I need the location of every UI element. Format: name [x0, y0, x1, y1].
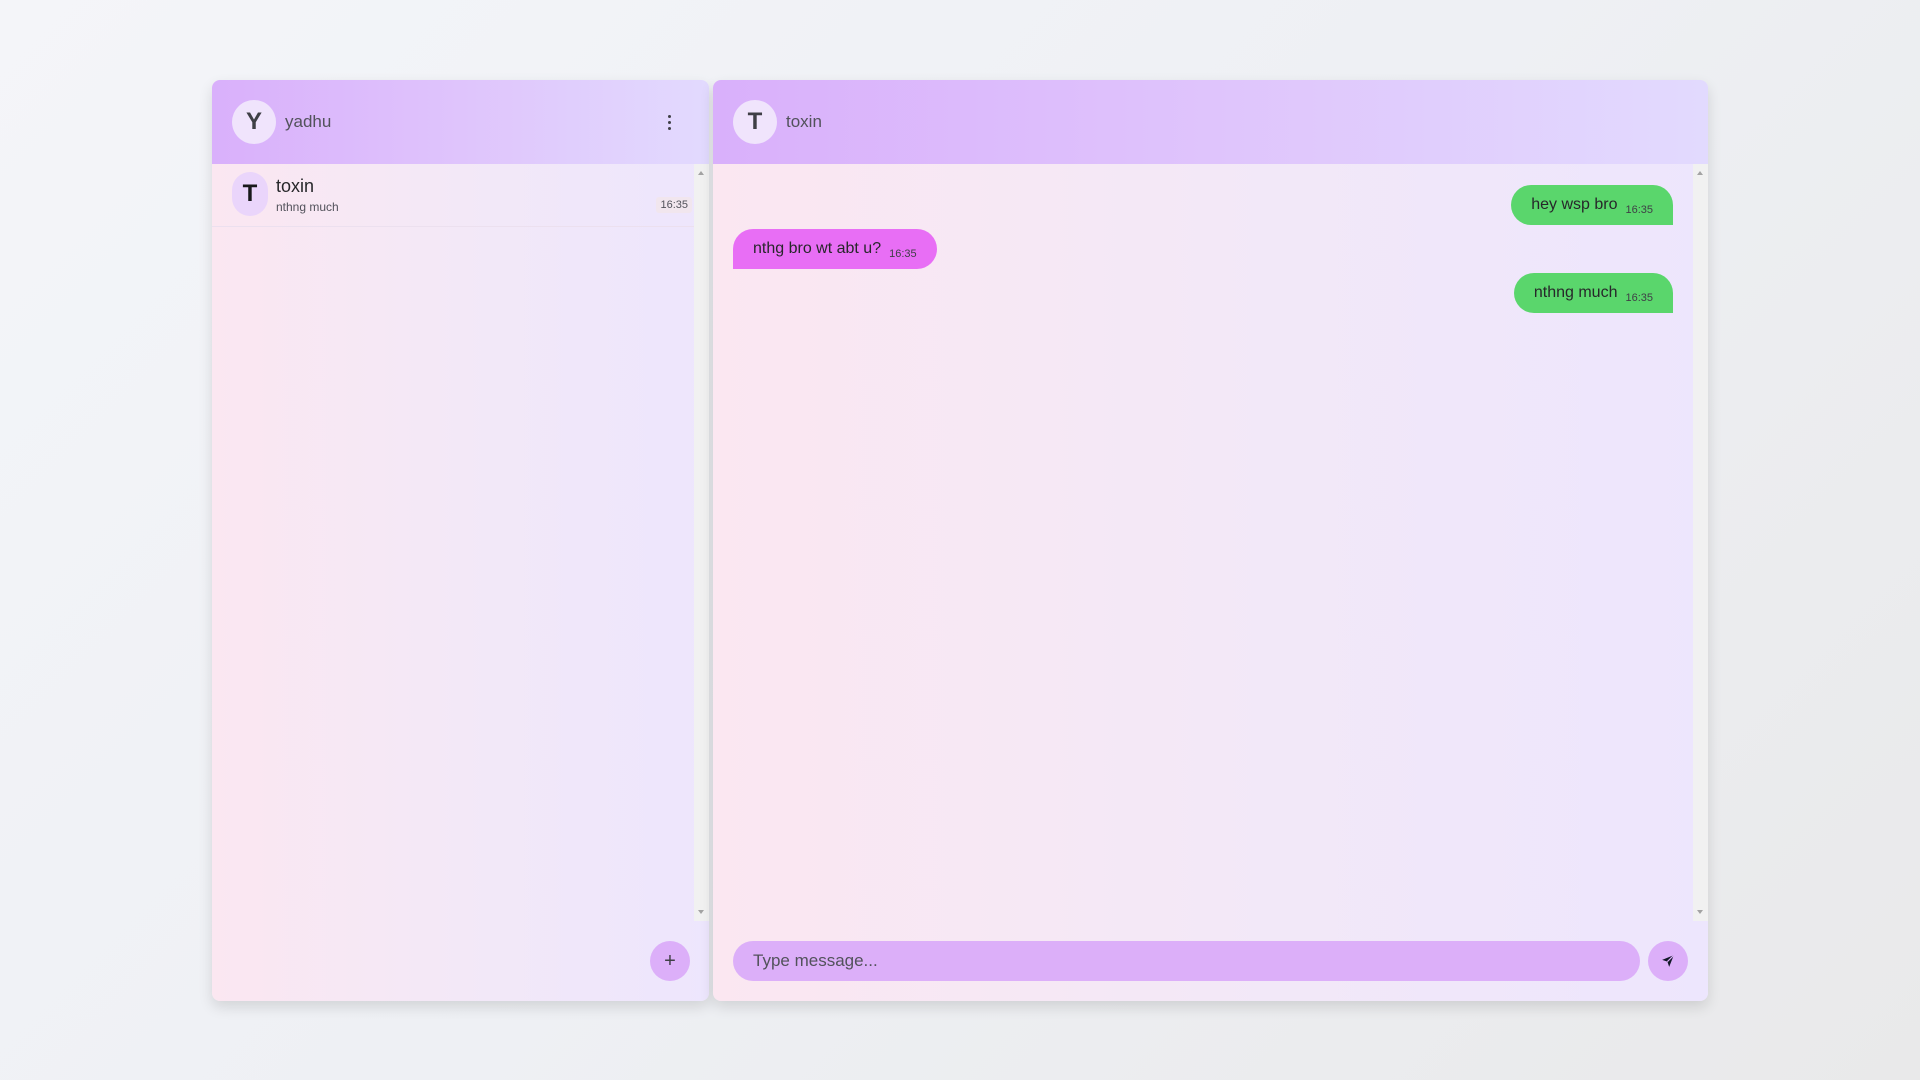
chat-header: T toxin: [713, 80, 1708, 164]
message-list-scrollbar[interactable]: [1693, 164, 1708, 921]
user-avatar[interactable]: Y: [232, 100, 276, 144]
send-button[interactable]: [1648, 941, 1688, 981]
contact-last-message: nthng much: [276, 200, 339, 214]
scroll-up-arrow-icon[interactable]: [1697, 171, 1703, 175]
message-text: nthng much: [1533, 284, 1618, 301]
message-time: 16:35: [1625, 204, 1653, 216]
message-text: nthg bro wt abt u?: [753, 240, 882, 257]
contact-item-toxin[interactable]: T toxin nthng much 16:35: [212, 164, 694, 227]
scroll-down-arrow-icon[interactable]: [1697, 910, 1703, 914]
message-bubble-outgoing[interactable]: hey wsp bro 16:35: [1511, 185, 1673, 225]
send-icon: [1662, 954, 1675, 967]
contact-list-scrollbar[interactable]: [694, 164, 709, 921]
scroll-up-arrow-icon[interactable]: [698, 171, 704, 175]
contact-name: toxin: [276, 176, 315, 196]
message-input[interactable]: [733, 941, 1640, 981]
message-time: 16:35: [889, 248, 917, 260]
contact-timestamp: 16:35: [656, 197, 692, 213]
chat-panel: T toxin hey wsp bro 16:35 nthg bro wt ab…: [713, 80, 1708, 1001]
user-name: yadhu: [285, 112, 332, 131]
message-list: hey wsp bro 16:35 nthg bro wt abt u? 16:…: [713, 164, 1708, 921]
message-time: 16:35: [1625, 292, 1653, 304]
sidebar-header: Y yadhu: [212, 80, 709, 164]
contacts-panel: Y yadhu T toxin nthng much 16:35 +: [212, 80, 709, 1001]
new-chat-button[interactable]: +: [650, 941, 690, 981]
message-bubble-outgoing[interactable]: nthng much 16:35: [1513, 273, 1673, 313]
contact-avatar: T: [232, 172, 268, 216]
contact-list: T toxin nthng much 16:35: [212, 164, 709, 921]
contact-header-name: toxin: [786, 112, 822, 131]
message-text: hey wsp bro: [1531, 196, 1618, 213]
scroll-down-arrow-icon[interactable]: [698, 910, 704, 914]
more-vertical-icon[interactable]: [657, 110, 681, 134]
contact-header-avatar[interactable]: T: [733, 100, 777, 144]
message-bubble-incoming[interactable]: nthg bro wt abt u? 16:35: [733, 229, 937, 269]
